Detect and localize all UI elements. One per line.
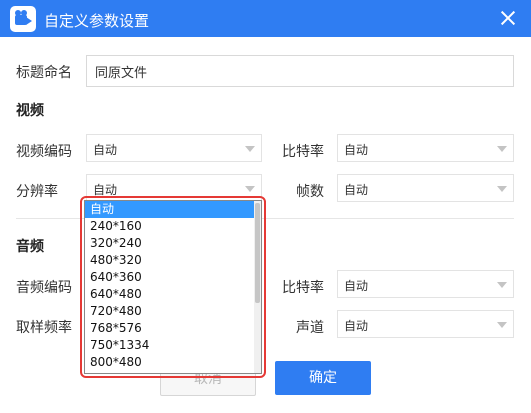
audio-codec-label: 音频编码 — [16, 280, 72, 296]
resolution-option[interactable]: 640*480 — [85, 286, 256, 303]
title-name-label: 标题命名 — [16, 65, 72, 81]
chevron-down-icon — [245, 186, 255, 192]
audio-bitrate-select[interactable]: 自动 — [337, 270, 514, 298]
title-name-input[interactable]: 同原文件 — [86, 55, 514, 87]
video-codec-select[interactable]: 自动 — [86, 134, 262, 162]
ok-button[interactable]: 确定 — [275, 361, 371, 395]
resolution-option[interactable]: 720*480 — [85, 303, 256, 320]
resolution-option[interactable]: 480*320 — [85, 252, 256, 269]
resolution-option[interactable]: 自动 — [85, 201, 256, 218]
resolution-option[interactable]: 768*576 — [85, 320, 256, 337]
dropdown-scrollbar[interactable] — [254, 201, 261, 373]
fps-label: 帧数 — [296, 184, 324, 200]
resolution-option[interactable]: 800*480 — [85, 354, 256, 371]
channel-label: 声道 — [296, 320, 324, 336]
audio-bitrate-label: 比特率 — [282, 280, 324, 296]
fps-select[interactable]: 自动 — [337, 174, 514, 202]
title-bar: 自定义参数设置 — [0, 0, 531, 37]
resolution-value: 自动 — [93, 183, 118, 197]
resolution-option[interactable]: 640*360 — [85, 269, 256, 286]
video-codec-value: 自动 — [93, 143, 118, 157]
app-camera-icon — [10, 6, 36, 32]
video-codec-label: 视频编码 — [16, 144, 72, 160]
chevron-down-icon — [497, 146, 507, 152]
window-title: 自定义参数设置 — [44, 12, 150, 30]
chevron-down-icon — [497, 186, 507, 192]
resolution-option[interactable]: 750*1334 — [85, 337, 256, 354]
video-bitrate-label: 比特率 — [282, 144, 324, 160]
sample-rate-label: 取样频率 — [16, 320, 72, 336]
chevron-down-icon — [497, 282, 507, 288]
scrollbar-thumb[interactable] — [255, 203, 260, 303]
video-bitrate-select[interactable]: 自动 — [337, 134, 514, 162]
audio-bitrate-value: 自动 — [344, 279, 369, 293]
channel-select[interactable]: 自动 — [337, 310, 514, 338]
chevron-down-icon — [497, 322, 507, 328]
resolution-option[interactable]: 240*160 — [85, 218, 256, 235]
chevron-down-icon — [245, 146, 255, 152]
video-bitrate-value: 自动 — [344, 143, 369, 157]
close-icon[interactable] — [499, 9, 517, 27]
resolution-label: 分辨率 — [16, 184, 58, 200]
resolution-dropdown-list[interactable]: 自动 240*160 320*240 480*320 640*360 640*480 720… — [84, 200, 262, 374]
resolution-option[interactable]: 320*240 — [85, 235, 256, 252]
video-section-heading: 视频 — [16, 103, 44, 119]
fps-value: 自动 — [344, 183, 369, 197]
audio-section-heading: 音频 — [16, 239, 44, 255]
channel-value: 自动 — [344, 319, 369, 333]
